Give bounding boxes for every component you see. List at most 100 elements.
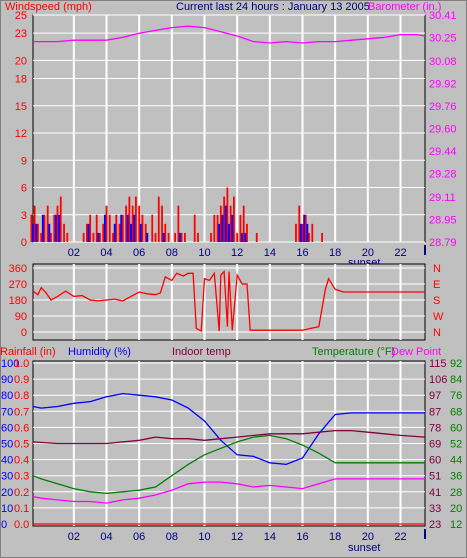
windspeed-bar [82,232,85,242]
rainfall-tick-label: 0.6 [14,422,29,434]
wind-direction-bar [241,232,243,242]
wind-direction-bar [133,214,136,242]
windspeed-bar [102,223,105,242]
rainfall-tick-label: 0.5 [14,439,29,451]
wind-direction-bar [146,232,149,242]
windspeed-bar [37,223,39,242]
windspeed-tick-label: 3 [21,210,27,222]
windspeed-bar [128,196,131,242]
wind-direction-bar [303,214,306,242]
windspeed-bar [164,223,167,242]
wind-direction-bar [126,214,129,242]
windspeed-bar [197,232,199,242]
temperature-tick-label: 20 [450,503,462,515]
windspeed-bar [233,196,235,242]
windspeed-bar [154,232,157,242]
barometer-tick-label: 30.08 [429,56,457,68]
windspeed-tick-label: 12 [15,128,27,140]
barometer-tick-label: 29.44 [429,146,457,158]
hour-tick-label: 02 [68,531,80,543]
windspeed-tick-label: 9 [21,155,27,167]
hour-tick-label: 14 [264,531,276,543]
wind-direction-bar [103,214,106,242]
compass-tick-label: W [433,311,444,323]
rainfall-tick-label: 0.7 [14,406,29,418]
wind-direction-bar [48,223,51,242]
windspeed-bar [298,205,301,242]
wind-direction-bar [41,214,44,242]
windspeed-bar [295,223,297,242]
temperature-tick-label: 76 [450,390,462,402]
windspeed-bar [177,205,180,242]
windspeed-tick-label: 15 [15,101,27,113]
windspeed-bar [193,214,196,242]
windspeed-bar [105,205,108,242]
temperature-tick-label: 36 [450,471,462,483]
hour-tick-label: 22 [394,247,406,259]
windspeed-bar [246,223,248,242]
humidity-tick-label: 90 [1,374,13,386]
windspeed-bar [43,214,46,242]
humidity-tick-label: 60 [1,422,13,434]
wind-direction-bar [139,223,142,242]
windspeed-bar [321,232,323,242]
windspeed-bar [89,214,92,242]
barometer-tick-label: 29.76 [429,101,457,113]
compass-tick-label: S [433,295,440,307]
indoor-temp-tick-label: 87 [429,406,441,418]
windspeed-bar [255,232,258,242]
rainfall-tick-label: 1.0 [14,358,29,370]
wind-direction-bar [231,214,234,242]
windspeed-bar [239,214,242,242]
rainfall-tick-label: 0.3 [14,471,29,483]
temperature-tick-label: 28 [450,487,462,499]
indoor-temp-tick-label: 60 [429,455,441,467]
wind-direction-bar [35,223,38,242]
temperature-tick-label: 68 [450,406,462,418]
indoor-temp-tick-label: 97 [429,390,441,402]
humidity-tick-label: 70 [1,406,13,418]
indoor-temp-tick-label: 51 [429,471,441,483]
windspeed-bar [92,232,95,242]
legend-dew-point: Dew Point [391,346,441,358]
hour-tick-label: 22 [394,531,406,543]
wind-plot-area [32,14,426,243]
rainfall-tick-label: 0.9 [14,374,29,386]
direction-tick-label: 360 [9,263,27,275]
windspeed-tick-label: 18 [15,74,27,86]
indoor-temp-tick-label: 78 [429,422,441,434]
windspeed-tick-label: 25 [15,10,27,22]
wind-direction-bar [120,214,123,242]
windspeed-bar [242,205,245,242]
direction-tick-label: 0 [21,327,27,339]
rainfall-tick-label: 0.2 [14,487,29,499]
temperature-tick-label: 12 [450,519,462,531]
windspeed-bar [236,232,239,242]
rainfall-tick-label: 0.8 [14,390,29,402]
humidity-tick-label: 40 [1,455,13,467]
rainfall-tick-label: 0.4 [14,455,29,467]
windspeed-bar [135,196,137,242]
indoor-temp-tick-label: 115 [429,358,447,370]
windspeed-bar [161,205,163,242]
windspeed-bar [59,196,62,242]
windspeed-bar [99,232,101,242]
indoor-temp-tick-label: 106 [429,374,447,386]
windspeed-bar [112,232,114,242]
barometer-tick-label: 29.92 [429,79,457,91]
wind-direction-bar [130,223,132,242]
windspeed-bar [223,196,225,242]
rainfall-tick-label: 0.1 [14,503,29,515]
hour-tick-label: 04 [100,247,112,259]
windspeed-bar [121,214,124,242]
barometer-tick-label: 29.11 [429,192,456,204]
indoor-temp-tick-label: 33 [429,503,441,515]
compass-tick-label: N [433,263,441,275]
legend-rainfall: Rainfall (in) [0,346,56,358]
temperature-tick-label: 60 [450,422,462,434]
windspeed-bar [157,196,160,242]
wind-direction-bar [87,223,90,242]
barometer-tick-label: 29.28 [429,168,457,180]
windspeed-bar [229,205,232,242]
indoor-temp-tick-label: 41 [429,487,441,499]
